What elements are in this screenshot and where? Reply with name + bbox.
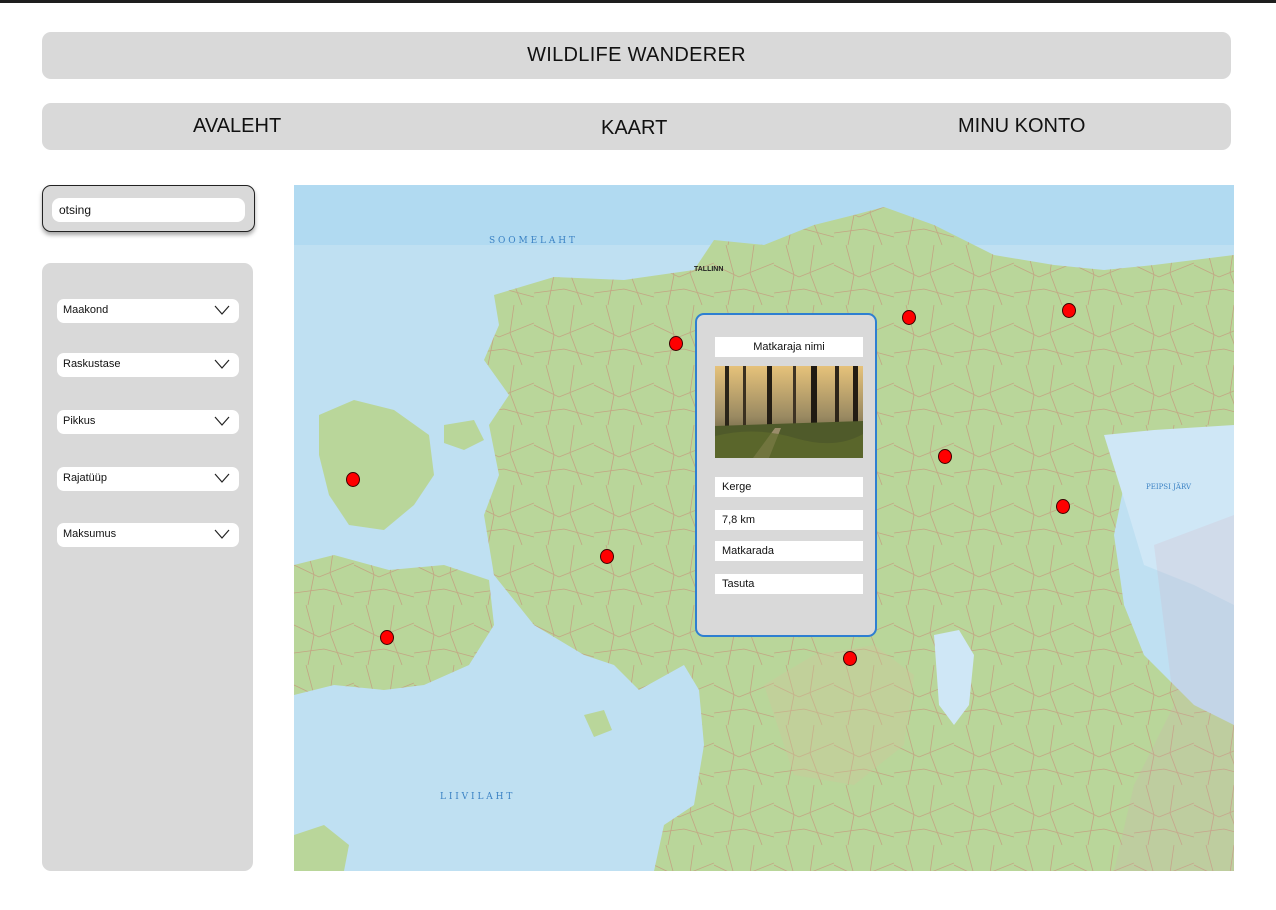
trail-marker[interactable]: [843, 651, 857, 666]
chevron-down-icon: [214, 473, 230, 483]
chevron-down-icon: [214, 359, 230, 369]
app-title: WILDLIFE WANDERER: [527, 44, 746, 66]
filter-dropdown-maakond[interactable]: Maakond: [57, 299, 239, 323]
filter-dropdown-pikkus[interactable]: Pikkus: [57, 410, 239, 434]
filter-label: Maakond: [63, 304, 109, 316]
filter-dropdown-raskustase[interactable]: Raskustase: [57, 353, 239, 377]
trail-popup: Matkaraja nimi Kerge 7,8 km Matkarada Ta…: [695, 313, 877, 637]
trail-marker[interactable]: [902, 310, 916, 325]
search-input[interactable]: [52, 198, 245, 222]
trail-marker[interactable]: [346, 472, 360, 487]
map-label-tallinn: TALLINN: [694, 266, 723, 273]
trail-type: Matkarada: [715, 541, 863, 561]
filter-dropdown-maksumus[interactable]: Maksumus: [57, 523, 239, 547]
chevron-down-icon: [214, 416, 230, 426]
nav-link-kaart[interactable]: KAART: [601, 105, 667, 152]
map-label-peipsi: PEIPSI JÄRV: [1146, 482, 1192, 491]
gulf-shade: [294, 185, 1234, 245]
trail-marker[interactable]: [1062, 303, 1076, 318]
forest-photo-icon: [715, 366, 863, 458]
chevron-down-icon: [214, 305, 230, 315]
main-nav: AVALEHT KAART MINU KONTO: [42, 103, 1231, 150]
trail-marker[interactable]: [1056, 499, 1070, 514]
app-header: WILDLIFE WANDERER: [42, 32, 1231, 79]
filter-label: Maksumus: [63, 528, 117, 540]
top-border: [0, 0, 1276, 3]
filter-dropdown-rajatuup[interactable]: Rajatüüp: [57, 467, 239, 491]
trail-length: 7,8 km: [715, 510, 863, 530]
trail-difficulty: Kerge: [715, 477, 863, 497]
trail-name: Matkaraja nimi: [715, 337, 863, 357]
chevron-down-icon: [214, 529, 230, 539]
trail-marker[interactable]: [938, 449, 952, 464]
map-label-liivi: L I I V I L A H T: [440, 792, 512, 802]
nav-link-avaleht[interactable]: AVALEHT: [193, 103, 281, 150]
trail-marker[interactable]: [380, 630, 394, 645]
filter-panel: Maakond Raskustase Pikkus Rajatüüp Maksu…: [42, 263, 253, 871]
filter-label: Pikkus: [63, 415, 96, 427]
map-label-gulf-finland: S O O M E L A H T: [489, 236, 575, 246]
trail-marker[interactable]: [669, 336, 683, 351]
forest-boardwalk-photo: [715, 366, 863, 458]
trail-cost: Tasuta: [715, 574, 863, 594]
trail-marker[interactable]: [600, 549, 614, 564]
search-panel: [42, 185, 255, 232]
filter-label: Rajatüüp: [63, 472, 108, 484]
nav-link-minu-konto[interactable]: MINU KONTO: [958, 103, 1085, 150]
filter-label: Raskustase: [63, 358, 121, 370]
